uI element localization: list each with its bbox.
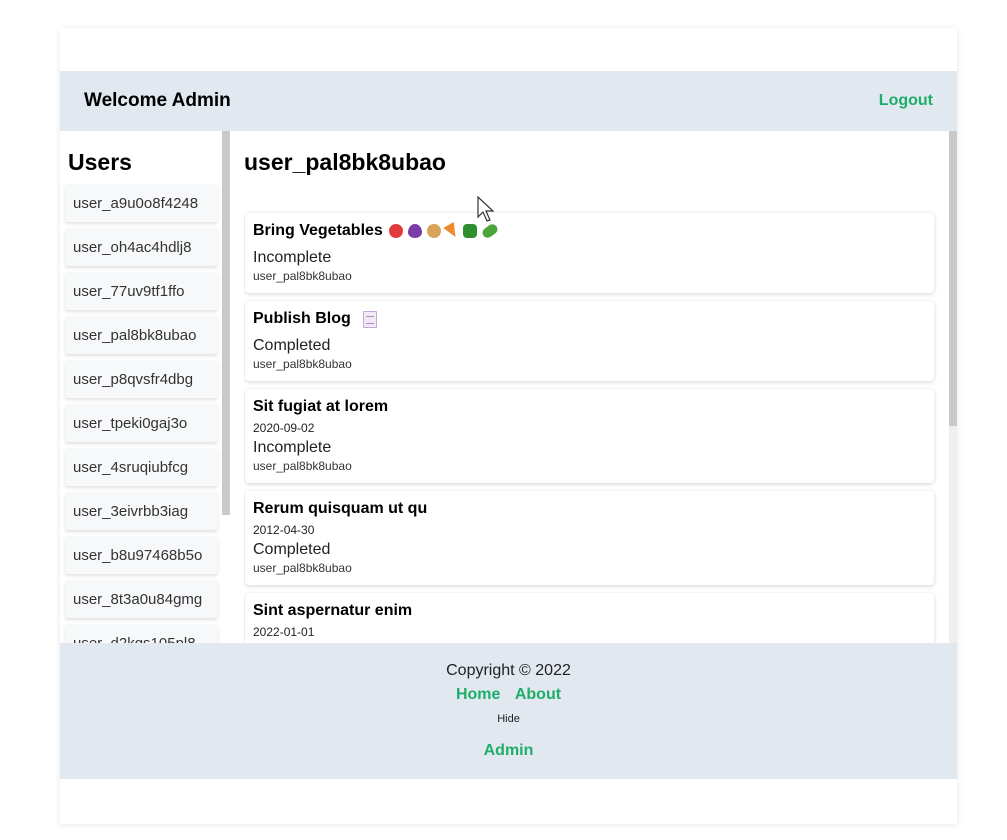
task-title-row: Publish Blog bbox=[253, 309, 926, 329]
user-list-item[interactable]: user_77uv9tf1ffo bbox=[65, 272, 218, 310]
content-area: Users user_a9u0o8f4248 user_oh4ac4hdlj8 us… bbox=[60, 131, 957, 643]
user-list: user_a9u0o8f4248 user_oh4ac4hdlj8 user_77u… bbox=[65, 184, 218, 643]
task-date: 2022-01-01 bbox=[253, 625, 315, 639]
user-list-item[interactable]: user_p8qvsfr4dbg bbox=[65, 360, 218, 398]
admin-link[interactable]: Admin bbox=[60, 742, 957, 760]
task-title: Bring Vegetables bbox=[253, 222, 383, 239]
task-status: Completed bbox=[253, 337, 331, 354]
eggplant-icon bbox=[407, 224, 422, 238]
header-bar: Welcome Admin Logout bbox=[60, 71, 957, 131]
task-card[interactable]: Publish Blog Completed user_pal8bk8ubao bbox=[245, 301, 934, 381]
task-title-row: Sint aspernatur enim bbox=[253, 601, 926, 621]
selected-user-title: user_pal8bk8ubao bbox=[244, 149, 446, 175]
task-title: Publish Blog bbox=[253, 310, 351, 327]
copyright-text: Copyright © 2022 bbox=[446, 662, 571, 679]
main-scrollbar[interactable] bbox=[949, 131, 957, 426]
task-date: 2020-09-02 bbox=[253, 421, 315, 435]
sidebar-title: Users bbox=[68, 149, 132, 175]
task-title-row: Sit fugiat at lorem bbox=[253, 397, 926, 417]
cucumber-icon bbox=[480, 222, 500, 240]
task-title: Rerum quisquam ut qu bbox=[253, 500, 428, 517]
task-title: Sit fugiat at lorem bbox=[253, 398, 389, 415]
task-card[interactable]: Bring Vegetables Incomplete user_pal8bk8ub… bbox=[245, 213, 934, 293]
home-link[interactable]: Home bbox=[456, 686, 500, 703]
carrot-icon bbox=[443, 221, 461, 241]
task-title: Sint aspernatur enim bbox=[253, 602, 413, 619]
footer: Copyright © 2022 Home About Hide Admin bbox=[60, 643, 957, 779]
task-card[interactable]: Sit fugiat at lorem 2020-09-02 Incomplete u… bbox=[245, 389, 934, 483]
user-list-item[interactable]: user_d2kgs105pl8 bbox=[65, 624, 218, 643]
task-owner: user_pal8bk8ubao bbox=[253, 357, 352, 371]
user-list-item[interactable]: user_b8u97468b5o bbox=[65, 536, 218, 574]
about-link[interactable]: About bbox=[515, 686, 561, 703]
task-list: Bring Vegetables Incomplete user_pal8bk8ub… bbox=[245, 213, 934, 643]
task-card[interactable]: Rerum quisquam ut qu 2012-04-30 Completed u… bbox=[245, 491, 934, 585]
potato-icon bbox=[426, 224, 441, 238]
user-list-item[interactable]: user_8t3a0u84gmg bbox=[65, 580, 218, 618]
task-card[interactable]: Sint aspernatur enim 2022-01-01 bbox=[245, 593, 934, 643]
tomato-icon bbox=[388, 224, 403, 238]
footer-links: Home About bbox=[60, 686, 957, 704]
task-emoji-group bbox=[357, 310, 377, 328]
task-emoji-group bbox=[388, 221, 500, 241]
task-title-row: Bring Vegetables bbox=[253, 221, 926, 241]
users-sidebar: Users user_a9u0o8f4248 user_oh4ac4hdlj8 us… bbox=[60, 131, 230, 643]
user-list-item[interactable]: user_oh4ac4hdlj8 bbox=[65, 228, 218, 266]
task-status: Incomplete bbox=[253, 249, 332, 266]
document-icon bbox=[362, 310, 377, 328]
welcome-title: Welcome Admin bbox=[84, 90, 231, 111]
task-status: Completed bbox=[253, 541, 331, 558]
hide-button[interactable]: Hide bbox=[60, 713, 957, 725]
task-status: Incomplete bbox=[253, 439, 332, 456]
app-page: Welcome Admin Logout Users user_a9u0o8f4… bbox=[60, 28, 957, 824]
task-date: 2012-04-30 bbox=[253, 523, 315, 537]
user-tasks-panel: user_pal8bk8ubao Bring Vegetables Incompl… bbox=[244, 131, 951, 643]
user-list-item[interactable]: user_3eivrbb3iag bbox=[65, 492, 218, 530]
task-owner: user_pal8bk8ubao bbox=[253, 459, 352, 473]
user-list-item[interactable]: user_pal8bk8ubao bbox=[65, 316, 218, 354]
user-list-item[interactable]: user_4sruqiubfcg bbox=[65, 448, 218, 486]
logout-link[interactable]: Logout bbox=[879, 92, 933, 110]
task-owner: user_pal8bk8ubao bbox=[253, 269, 352, 283]
mouse-cursor-icon bbox=[477, 196, 495, 222]
task-owner: user_pal8bk8ubao bbox=[253, 561, 352, 575]
bell-pepper-icon bbox=[462, 224, 477, 238]
task-title-row: Rerum quisquam ut qu bbox=[253, 499, 926, 519]
sidebar-scrollbar[interactable] bbox=[222, 131, 230, 515]
user-list-item[interactable]: user_tpeki0gaj3o bbox=[65, 404, 218, 442]
user-list-item[interactable]: user_a9u0o8f4248 bbox=[65, 184, 218, 222]
